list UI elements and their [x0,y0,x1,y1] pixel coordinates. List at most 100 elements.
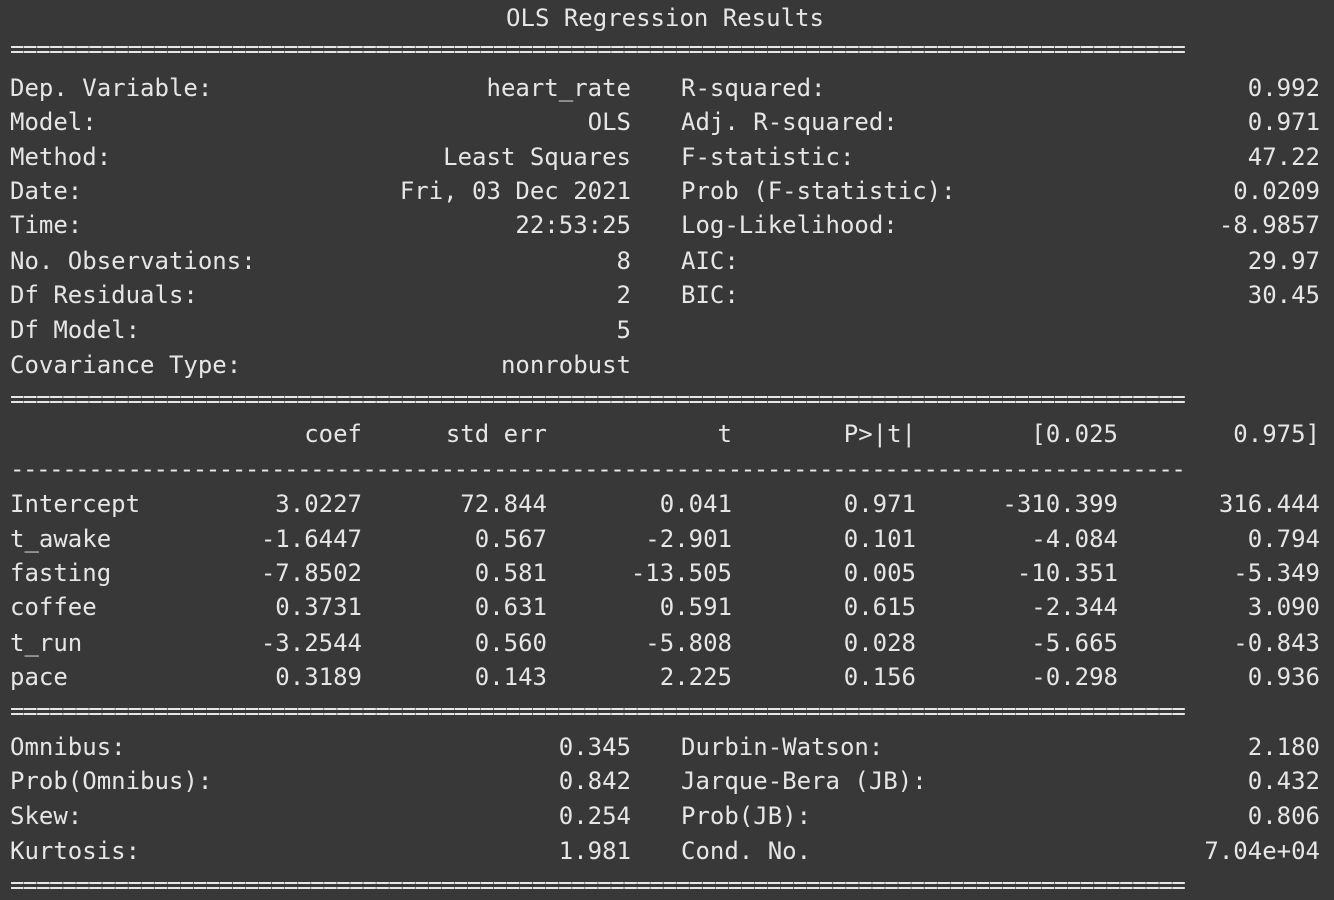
t-cell: 0.041 [659,490,732,518]
double-rule: ========================================… [10,704,1186,718]
model-info-label: Time: [10,211,83,239]
model-info-label: Df Residuals: [10,281,198,309]
p-value-cell: 0.971 [843,490,916,518]
model-info-value: 2 [616,281,631,309]
coef-row-name: coffee [10,593,97,621]
ci-low-cell: -310.399 [1002,490,1118,518]
diagnostic-value: 0.345 [558,733,631,761]
fit-stat-label: Log-Likelihood: [681,211,898,239]
std-err-cell: 0.581 [474,559,547,587]
model-info-label: No. Observations: [10,247,256,275]
model-info-label: Model: [10,108,97,136]
diagnostic-label: Omnibus: [10,733,126,761]
diagnostic-value: 0.842 [558,767,631,795]
t-cell: 2.225 [659,663,732,691]
diagnostic-value: 0.432 [1247,767,1320,795]
t-cell: -13.505 [630,559,732,587]
diagnostic-value: 0.806 [1247,802,1320,830]
coef-cell: -3.2544 [260,629,362,657]
col-header-ci-high: 0.975] [1233,420,1320,448]
ci-high-cell: -0.843 [1233,629,1320,657]
ols-summary: OLS Regression Results =================… [10,0,1320,900]
std-err-cell: 72.844 [460,490,547,518]
model-info-value: Fri, 03 Dec 2021 [399,177,631,205]
ci-high-cell: 0.936 [1247,663,1320,691]
model-info-label: Date: [10,177,83,205]
diagnostic-label: Skew: [10,802,83,830]
t-cell: -5.808 [645,629,732,657]
fit-stat-label: Adj. R-squared: [681,108,898,136]
coef-cell: 0.3189 [275,663,362,691]
double-rule: ========================================… [10,878,1186,892]
coef-row-name: t_awake [10,525,112,553]
coef-cell: -7.8502 [260,559,362,587]
p-value-cell: 0.101 [843,525,916,553]
fit-stat-label: Prob (F-statistic): [681,177,956,205]
col-header-ci-low: [0.025 [1031,420,1118,448]
model-info-value: 22:53:25 [515,211,631,239]
fit-stat-label: BIC: [681,281,739,309]
coef-cell: -1.6447 [260,525,362,553]
coef-row-name: pace [10,663,68,691]
col-header-coef: coef [304,420,362,448]
model-info-value: 8 [616,247,631,275]
model-info-label: Df Model: [10,316,141,344]
std-err-cell: 0.143 [474,663,547,691]
double-rule: ========================================… [10,392,1186,406]
fit-stat-label: R-squared: [681,74,826,102]
fit-stat-label: AIC: [681,247,739,275]
diagnostic-value: 7.04e+04 [1204,837,1320,865]
p-value-cell: 0.615 [843,593,916,621]
model-info-value: heart_rate [486,74,632,102]
model-info-label: Dep. Variable: [10,74,213,102]
model-info-value: 5 [616,316,631,344]
t-cell: 0.591 [659,593,732,621]
diagnostic-label: Jarque-Bera (JB): [681,767,927,795]
diagnostic-value: 1.981 [558,837,631,865]
fit-stat-label: F-statistic: [681,143,855,171]
ci-low-cell: -5.665 [1031,629,1118,657]
fit-stat-value: 30.45 [1247,281,1320,309]
model-info-value: OLS [587,108,631,136]
coef-row-name: fasting [10,559,112,587]
ci-low-cell: -0.298 [1031,663,1118,691]
fit-stat-value: -8.9857 [1218,211,1320,239]
col-header-std-err: std err [445,420,547,448]
model-info-label: Covariance Type: [10,351,242,379]
col-header-t: t [717,420,732,448]
fit-stat-value: 47.22 [1247,143,1320,171]
coef-row-name: t_run [10,629,83,657]
p-value-cell: 0.156 [843,663,916,691]
model-info-label: Method: [10,143,112,171]
std-err-cell: 0.567 [474,525,547,553]
fit-stat-value: 0.971 [1247,108,1320,136]
diagnostic-value: 2.180 [1247,733,1320,761]
col-header-p-value: P>|t| [843,420,916,448]
ci-high-cell: 0.794 [1247,525,1320,553]
ci-high-cell: 3.090 [1247,593,1320,621]
diagnostic-label: Prob(Omnibus): [10,767,213,795]
coef-cell: 0.3731 [275,593,362,621]
model-info-value: Least Squares [443,143,631,171]
diagnostic-label: Cond. No. [681,837,812,865]
std-err-cell: 0.631 [474,593,547,621]
std-err-cell: 0.560 [474,629,547,657]
p-value-cell: 0.028 [843,629,916,657]
coef-cell: 3.0227 [275,490,362,518]
ci-high-cell: -5.349 [1233,559,1320,587]
model-info-value: nonrobust [500,351,631,379]
ci-high-cell: 316.444 [1218,490,1320,518]
ci-low-cell: -10.351 [1016,559,1118,587]
diagnostic-label: Prob(JB): [681,802,812,830]
diagnostic-label: Durbin-Watson: [681,733,884,761]
ci-low-cell: -2.344 [1031,593,1118,621]
summary-title: OLS Regression Results [506,4,824,32]
p-value-cell: 0.005 [843,559,916,587]
coef-row-name: Intercept [10,490,141,518]
t-cell: -2.901 [645,525,732,553]
fit-stat-value: 29.97 [1247,247,1320,275]
single-rule: ----------------------------------------… [10,462,1186,476]
diagnostic-value: 0.254 [558,802,631,830]
fit-stat-value: 0.0209 [1233,177,1320,205]
double-rule: ========================================… [10,42,1186,56]
